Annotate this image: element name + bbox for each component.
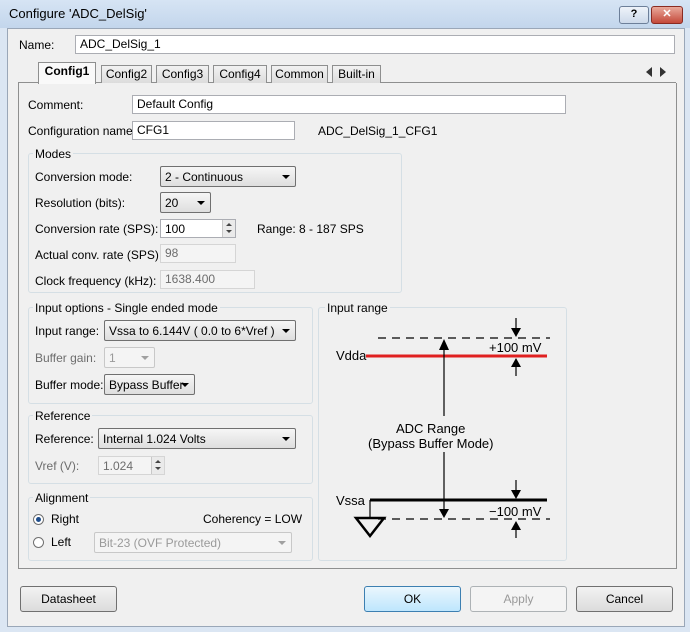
- datasheet-button[interactable]: Datasheet: [20, 586, 117, 612]
- lower-margin-label: −100 mV: [489, 504, 542, 519]
- conversion-mode-select[interactable]: 2 - Continuous: [160, 166, 296, 187]
- input-range-value: Vssa to 6.144V ( 0.0 to 6*Vref ): [109, 324, 275, 338]
- tab-built-in[interactable]: Built-in: [332, 65, 381, 83]
- spin-down-icon: [151, 465, 164, 474]
- conversion-mode-label: Conversion mode:: [35, 170, 133, 184]
- name-input[interactable]: ADC_DelSig_1: [75, 35, 675, 54]
- actual-rate-field: 98: [160, 244, 236, 263]
- align-right-label: Right: [51, 512, 80, 526]
- tab-config3[interactable]: Config3: [156, 65, 209, 83]
- chevron-down-icon: [282, 329, 290, 333]
- arrowhead: [511, 358, 521, 367]
- chevron-down-icon: [282, 175, 290, 179]
- arrowhead: [511, 521, 521, 530]
- help-button[interactable]: ?: [619, 6, 649, 24]
- chevron-down-icon: [141, 356, 149, 360]
- vref-label: Vref (V):: [35, 459, 80, 473]
- vref-value: 1.024: [103, 459, 134, 473]
- arrowhead: [439, 339, 449, 350]
- clock-frequency-label: Clock frequency (kHz):: [35, 274, 157, 288]
- resolution-value: 20: [165, 196, 179, 210]
- apply-button[interactable]: Apply: [470, 586, 567, 612]
- name-label: Name:: [19, 38, 55, 52]
- upper-margin-label: +100 mV: [489, 340, 542, 355]
- chevron-down-icon: [282, 437, 290, 441]
- ok-button[interactable]: OK: [364, 586, 461, 612]
- resolution-select[interactable]: 20: [160, 192, 211, 213]
- arrowhead: [511, 490, 521, 499]
- conversion-rate-value: 100: [165, 222, 186, 236]
- vref-spinner: 1.024: [98, 456, 165, 475]
- input-range-label: Input range:: [35, 324, 100, 338]
- buffer-mode-select[interactable]: Bypass Buffer: [104, 374, 195, 395]
- conversion-mode-value: 2 - Continuous: [165, 170, 244, 184]
- vdda-label: Vdda: [336, 348, 367, 363]
- clock-frequency-field: 1638.400: [160, 270, 255, 289]
- window-title: Configure 'ADC_DelSig': [9, 6, 147, 21]
- coherency-text: Coherency = LOW: [203, 512, 303, 526]
- reference-group: [28, 415, 313, 484]
- input-options-title: Input options - Single ended mode: [33, 301, 220, 315]
- arrowhead: [511, 328, 521, 337]
- buffer-mode-label: Buffer mode:: [35, 378, 104, 392]
- modes-title: Modes: [33, 147, 74, 161]
- tab-common[interactable]: Common: [271, 65, 328, 83]
- chevron-down-icon: [197, 201, 205, 205]
- reference-label: Reference:: [35, 432, 94, 446]
- align-right-radio[interactable]: [33, 514, 44, 525]
- buffer-gain-value: 1: [109, 351, 116, 365]
- align-left-radio[interactable]: [33, 537, 44, 548]
- buffer-gain-label: Buffer gain:: [35, 351, 97, 365]
- vssa-label: Vssa: [336, 493, 365, 508]
- comment-label: Comment:: [28, 98, 84, 112]
- align-left-value: Bit-23 (OVF Protected): [99, 536, 222, 550]
- chevron-down-icon: [278, 541, 286, 545]
- reference-value: Internal 1.024 Volts: [103, 432, 206, 446]
- tab-config4[interactable]: Config4: [213, 65, 267, 83]
- close-button[interactable]: ✕: [651, 6, 683, 24]
- actual-rate-label: Actual conv. rate (SPS):: [35, 248, 163, 262]
- reference-title: Reference: [33, 409, 93, 423]
- adc-range-mode-label: (Bypass Buffer Mode): [368, 436, 494, 451]
- cancel-button[interactable]: Cancel: [576, 586, 673, 612]
- spin-down-icon[interactable]: [222, 228, 235, 237]
- conversion-rate-range: Range: 8 - 187 SPS: [257, 222, 364, 236]
- tab-config1[interactable]: Config1: [38, 62, 96, 84]
- buffer-gain-select: 1: [104, 347, 155, 368]
- align-left-label: Left: [51, 535, 72, 549]
- comment-input[interactable]: Default Config: [132, 95, 566, 114]
- reference-select[interactable]: Internal 1.024 Volts: [98, 428, 296, 449]
- adc-range-label: ADC Range: [396, 421, 466, 436]
- resolution-label: Resolution (bits):: [35, 196, 126, 210]
- conversion-rate-label: Conversion rate (SPS):: [35, 222, 159, 236]
- align-left-select: Bit-23 (OVF Protected): [94, 532, 292, 553]
- config-name-input[interactable]: CFG1: [132, 121, 295, 140]
- chevron-down-icon: [181, 383, 189, 387]
- conversion-rate-spinner[interactable]: 100: [160, 219, 236, 238]
- ground-icon: [353, 516, 387, 539]
- triangle-right-icon[interactable]: [660, 67, 666, 77]
- input-range-select[interactable]: Vssa to 6.144V ( 0.0 to 6*Vref ): [104, 320, 296, 341]
- alignment-title: Alignment: [33, 491, 91, 505]
- full-config-name: ADC_DelSig_1_CFG1: [318, 124, 438, 138]
- config-name-label: Configuration name:: [28, 124, 137, 138]
- arrowhead: [439, 509, 449, 518]
- triangle-left-icon[interactable]: [646, 67, 652, 77]
- buffer-mode-value: Bypass Buffer: [109, 378, 184, 392]
- tab-config2[interactable]: Config2: [101, 65, 152, 83]
